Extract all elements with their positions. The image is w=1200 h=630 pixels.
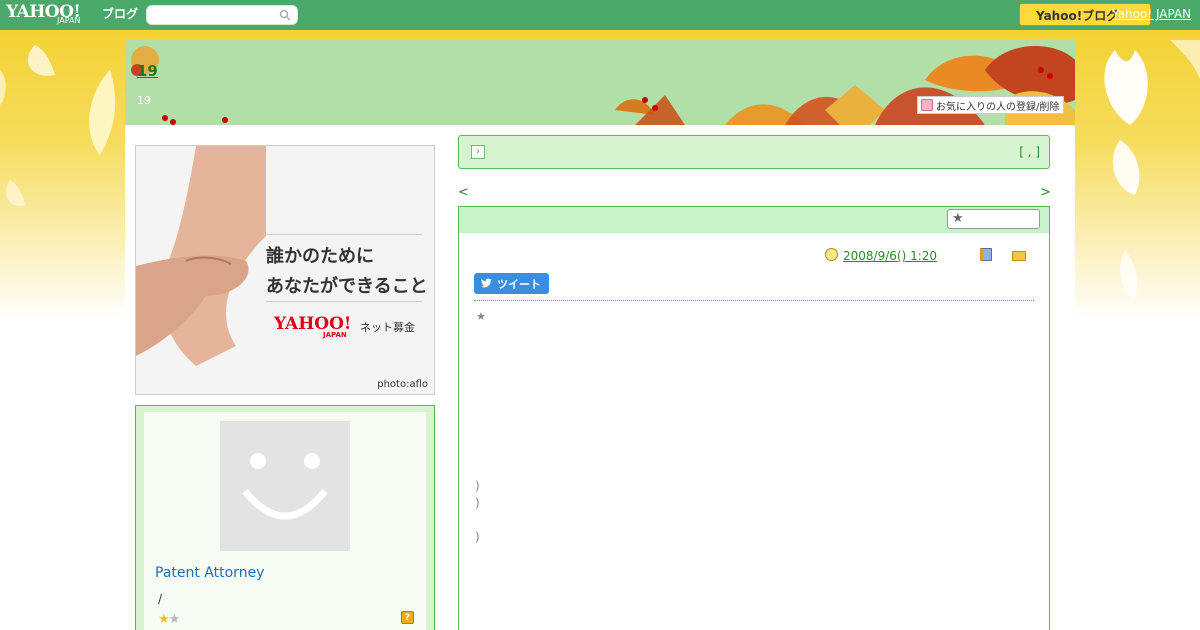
favorite-register-button[interactable]: お気に入りの人の登録/削除 — [917, 96, 1065, 114]
star-filled-icon: ★ — [158, 612, 170, 627]
previous-article-link[interactable]: < — [458, 185, 469, 200]
logo-blog-text: ブログ — [102, 7, 139, 21]
banner-line-2: あなたができること — [266, 276, 428, 297]
avatar[interactable] — [220, 421, 350, 551]
search-input[interactable] — [153, 6, 281, 24]
blog-title[interactable]: 19 — [137, 62, 186, 80]
article-text-line: ) — [475, 530, 480, 544]
tweet-button[interactable]: ツイート — [474, 273, 549, 294]
blog-subtitle: 19 — [137, 94, 151, 107]
article-box: ★ 2008/9/6() 1:20 ツイート ★ ) ) ) — [458, 206, 1050, 630]
autumn-leaf-decoration-left — [0, 45, 116, 206]
holding-hands-photo — [136, 146, 266, 366]
folder-icon[interactable] — [1012, 251, 1026, 261]
notice-bracket[interactable]: [ , ] — [1019, 145, 1040, 159]
rating-stars: ★★ — [158, 612, 181, 627]
tweet-label: ツイート — [497, 278, 541, 291]
article-date-link[interactable]: 2008/9/6() 1:20 — [843, 249, 959, 263]
article-text-line: ) — [475, 496, 480, 510]
banner-rule-top — [266, 234, 422, 235]
profile-name-link[interactable]: Patent Attorney — [155, 565, 264, 581]
article-divider — [474, 300, 1034, 301]
yahoo-japan-link[interactable]: Yahoo! JAPAN — [1112, 7, 1191, 21]
arrow-icon[interactable]: › — [471, 145, 485, 159]
profile-box: Patent Attorney / ★★ ? — [135, 405, 435, 630]
next-article-link[interactable]: > — [1040, 185, 1051, 200]
book-icon[interactable] — [980, 248, 992, 261]
banner-line-1: 誰かのために — [266, 246, 374, 267]
net-donation-banner[interactable]: 誰かのために あなたができること YAHOO! JAPAN ネット募金 phot… — [135, 145, 435, 395]
banner-photo-credit: photo:aflo — [377, 379, 428, 390]
search-box — [146, 5, 298, 25]
article-body-star: ★ — [476, 310, 486, 323]
search-icon[interactable] — [279, 9, 291, 21]
clock-icon — [825, 248, 838, 261]
smiley-avatar-icon — [242, 453, 328, 520]
profile-card: Patent Attorney / ★★ ? — [144, 412, 426, 630]
blog-container: 19 19 お気に入りの人の登録/削除 誰かのために あなたができること YAH… — [125, 40, 1075, 630]
help-icon[interactable]: ? — [401, 611, 414, 624]
favorite-register-label: お気に入りの人の登録/削除 — [936, 102, 1060, 113]
top-navigation-bar: YAHOO! JAPAN ブログ Yahoo!ブログ Yahoo! JAPAN — [0, 0, 1200, 30]
autumn-leaf-decoration-right — [1104, 40, 1200, 300]
blog-header: 19 19 お気に入りの人の登録/削除 — [125, 40, 1075, 125]
banner-service-name: ネット募金 — [360, 321, 415, 334]
yahoo-blog-logo[interactable]: YAHOO! JAPAN ブログ — [6, 2, 144, 28]
article-title-bar: ★ — [459, 207, 1049, 233]
star-button[interactable]: ★ — [947, 209, 1040, 229]
banner-yahoo-japan: JAPAN — [323, 331, 347, 339]
banner-rule-bottom — [266, 301, 422, 302]
twitter-bird-icon — [481, 278, 492, 288]
logo-sub-text: JAPAN — [57, 16, 81, 25]
notice-box: › [ , ] — [458, 135, 1050, 169]
article-text-line: ) — [475, 479, 480, 493]
star-empty-icon: ★ — [168, 612, 181, 627]
profile-detail: / — [158, 592, 163, 606]
favorite-heart-icon — [921, 99, 933, 111]
